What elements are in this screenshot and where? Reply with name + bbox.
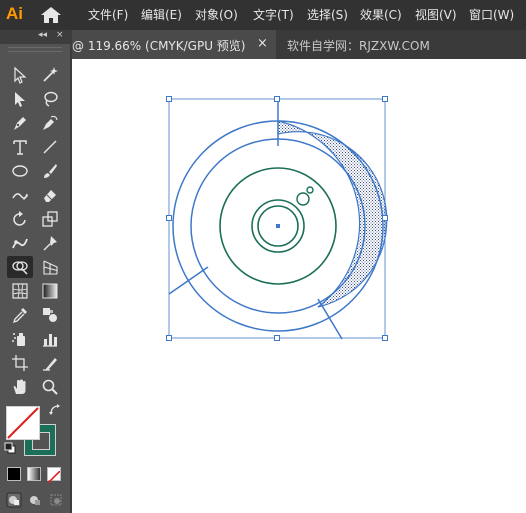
handle-top-right[interactable]	[382, 96, 388, 102]
selection-tool-icon[interactable]	[7, 64, 33, 86]
tab-title-inactive: 软件自学网：RJZXW.COM	[287, 39, 430, 53]
close-icon[interactable]: ×	[257, 36, 268, 51]
puppet-warp-icon[interactable]	[7, 232, 33, 254]
menu-file[interactable]: 文件(F)	[88, 7, 128, 23]
tools-panel: ◂◂ ×	[0, 30, 72, 513]
green-dot-small[interactable]	[306, 186, 314, 194]
left-line[interactable]	[168, 266, 209, 295]
pin-icon[interactable]	[37, 232, 63, 254]
gradient-tool-icon[interactable]	[37, 280, 63, 302]
symbol-sprayer-icon[interactable]	[7, 328, 33, 350]
type-tool-icon[interactable]	[7, 136, 33, 158]
green-dot-large[interactable]	[296, 192, 310, 206]
eyedropper-icon[interactable]	[7, 304, 33, 326]
document-tab-bar: @ 119.66% (CMYK/GPU 预览) × 软件自学网：RJZXW.CO…	[72, 30, 526, 59]
color-mode-button[interactable]	[7, 467, 21, 481]
handle-middle-right[interactable]	[382, 215, 388, 221]
bottom-right-line[interactable]	[317, 298, 343, 340]
swap-fill-stroke-icon[interactable]	[48, 403, 62, 417]
panel-grip[interactable]	[8, 47, 62, 52]
blend-tool-icon[interactable]	[37, 304, 63, 326]
center-point	[276, 224, 280, 228]
shaper-tool-icon[interactable]	[7, 184, 33, 206]
default-fill-stroke-icon[interactable]	[4, 442, 16, 454]
artboard-canvas[interactable]	[72, 59, 526, 513]
handle-top-left[interactable]	[166, 96, 172, 102]
handle-bottom-right[interactable]	[382, 335, 388, 341]
eraser-icon[interactable]	[37, 184, 63, 206]
draw-behind-icon[interactable]	[27, 492, 43, 508]
hand-tool-icon[interactable]	[7, 376, 33, 398]
menu-type[interactable]: 文字(T)	[253, 7, 294, 23]
artboard-tool-icon[interactable]	[7, 352, 33, 374]
draw-normal-icon[interactable]	[6, 492, 22, 508]
slice-tool-icon[interactable]	[37, 352, 63, 374]
app-logo: Ai	[6, 4, 23, 23]
tab-inactive-document[interactable]: 软件自学网：RJZXW.COM	[277, 30, 526, 59]
menu-select[interactable]: 选择(S)	[307, 7, 348, 23]
none-fill-icon	[7, 407, 39, 439]
direct-selection-icon[interactable]	[7, 88, 33, 110]
none-mode-button[interactable]	[47, 467, 61, 484]
handle-middle-left[interactable]	[166, 215, 172, 221]
draw-inside-icon[interactable]	[48, 492, 64, 508]
menu-view[interactable]: 视图(V)	[415, 7, 457, 23]
handle-bottom-center[interactable]	[274, 335, 280, 341]
tools-panel-header: ◂◂ ×	[0, 30, 70, 44]
column-graph-icon[interactable]	[37, 328, 63, 350]
paintbrush-icon[interactable]	[37, 160, 63, 182]
scale-tool-icon[interactable]	[37, 208, 63, 230]
menu-bar: Ai 文件(F) 编辑(E) 对象(O) 文字(T) 选择(S) 效果(C) 视…	[0, 0, 526, 30]
tab-active-document[interactable]: @ 119.66% (CMYK/GPU 预览) ×	[72, 30, 276, 59]
handle-top-center[interactable]	[274, 96, 280, 102]
magic-wand-icon[interactable]	[37, 64, 63, 86]
home-icon[interactable]	[40, 6, 62, 24]
gradient-mode-button[interactable]	[27, 467, 41, 481]
menu-object[interactable]: 对象(O)	[195, 7, 238, 23]
zoom-tool-icon[interactable]	[37, 376, 63, 398]
mesh-tool-icon[interactable]	[7, 280, 33, 302]
lasso-icon[interactable]	[37, 88, 63, 110]
fill-swatch[interactable]	[6, 406, 40, 440]
menu-window[interactable]: 窗口(W)	[469, 7, 514, 23]
line-segment-icon[interactable]	[37, 136, 63, 158]
selection-bounding-box	[168, 98, 386, 339]
menu-effect[interactable]: 效果(C)	[360, 7, 402, 23]
menu-edit[interactable]: 编辑(E)	[141, 7, 182, 23]
collapse-panel-icon[interactable]: ◂◂	[38, 30, 47, 40]
none-icon	[47, 470, 61, 484]
artwork	[166, 96, 388, 341]
handle-bottom-left[interactable]	[166, 335, 172, 341]
pen-tool-icon[interactable]	[7, 112, 33, 134]
rotate-tool-icon[interactable]	[7, 208, 33, 230]
shape-builder-icon[interactable]	[7, 256, 33, 278]
close-panel-icon[interactable]: ×	[56, 30, 64, 40]
tab-title: @ 119.66% (CMYK/GPU 预览)	[72, 39, 246, 53]
ellipse-tool-icon[interactable]	[7, 160, 33, 182]
curvature-tool-icon[interactable]	[37, 112, 63, 134]
perspective-grid-icon[interactable]	[37, 256, 63, 278]
